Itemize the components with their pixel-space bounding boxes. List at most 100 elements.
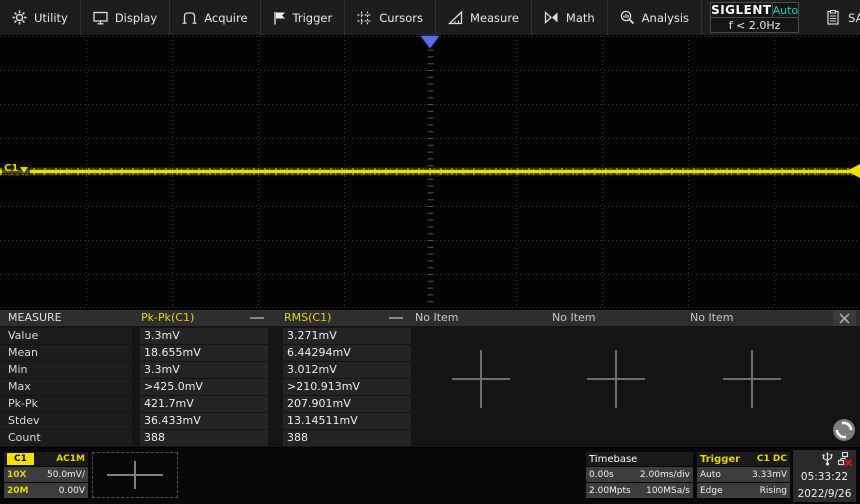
- trigger-position-marker-icon[interactable]: [421, 36, 439, 48]
- frequency-counter: f < 2.0Hz: [728, 18, 781, 32]
- add-channel-button[interactable]: [92, 452, 178, 498]
- pkpk-min: 3.3mV: [140, 362, 268, 378]
- pkpk-count: 388: [140, 430, 268, 446]
- reset-statistics-button[interactable]: [832, 418, 856, 442]
- channel1-marker-label: C1: [4, 163, 19, 174]
- menu-cursors[interactable]: Cursors: [345, 0, 437, 35]
- channel1-attenuation: 10X: [7, 469, 27, 480]
- menu-display[interactable]: Display: [81, 0, 171, 35]
- close-measure-button[interactable]: [833, 310, 856, 326]
- measure-col4-empty[interactable]: No Item: [552, 310, 596, 326]
- row-label: Value: [0, 328, 132, 344]
- trigger-mode-row: Auto 3.33mV: [697, 467, 790, 482]
- remove-measure2-button[interactable]: [389, 314, 405, 322]
- trigger-mode: Auto: [700, 469, 721, 480]
- trigger-status-row: SIGLENT Auto: [711, 3, 799, 18]
- trigger-title: Trigger: [700, 453, 741, 465]
- pkpk-pkpk: 421.7mV: [140, 396, 268, 412]
- channel1-bandwidth: 20M: [7, 485, 29, 496]
- row-label: Max: [0, 379, 132, 395]
- trigger-slope: Rising: [759, 485, 787, 496]
- menu-analysis[interactable]: Analysis: [608, 0, 703, 35]
- minus-icon: [250, 317, 264, 319]
- channel1-offset: 0.00V: [58, 485, 85, 496]
- menu-utility[interactable]: Utility: [0, 0, 81, 35]
- pkpk-mean: 18.655mV: [140, 345, 268, 361]
- measure-col5-empty[interactable]: No Item: [690, 310, 734, 326]
- minus-icon: [389, 317, 403, 319]
- menu-measure[interactable]: Measure: [436, 0, 532, 35]
- trigger-type-row: Edge Rising: [697, 483, 790, 498]
- row-label: Mean: [0, 345, 132, 361]
- menu-acquire[interactable]: Acquire: [170, 0, 261, 35]
- usb-icon: [822, 452, 833, 466]
- add-measure-button[interactable]: [452, 350, 510, 408]
- channel1-trace: [0, 168, 860, 175]
- top-menu-bar: Utility Display Acquire Trigger Cursors …: [0, 0, 860, 36]
- gear-icon: [12, 10, 27, 25]
- lan-disconnected-icon: [838, 452, 852, 466]
- menu-measure-label: Measure: [470, 10, 519, 25]
- add-measure-button[interactable]: [587, 350, 645, 408]
- remove-measure1-button[interactable]: [250, 314, 266, 322]
- timebase-delay: 0.00s: [589, 469, 614, 480]
- channel1-level-marker[interactable]: C1: [2, 163, 31, 174]
- trigger-status-badge: Auto: [772, 3, 799, 17]
- rms-pkpk: 207.901mV: [283, 396, 411, 412]
- menu-display-label: Display: [114, 10, 158, 25]
- channel1-coupling: AC1M: [56, 454, 85, 464]
- channel1-title-row: C1 AC1M: [4, 452, 88, 466]
- math-icon: [544, 11, 558, 24]
- rms-value: 3.271mV: [283, 328, 411, 344]
- trigger-type: Edge: [700, 485, 723, 496]
- status-icons: [822, 452, 856, 466]
- timebase-title: Timebase: [589, 453, 638, 465]
- save-button[interactable]: SAVE: [809, 0, 860, 35]
- analysis-icon: [620, 10, 634, 25]
- measure-col2-name[interactable]: RMS(C1): [284, 310, 331, 326]
- row-label: Stdev: [0, 413, 132, 429]
- menu-trigger[interactable]: Trigger: [261, 0, 346, 35]
- measure-header-row: MEASURE Pk-Pk(C1) RMS(C1) No Item No Ite…: [0, 310, 860, 326]
- trigger-level-marker-icon[interactable]: [847, 164, 860, 178]
- channel1-offset-row: 20M 0.00V: [4, 483, 88, 498]
- pkpk-max: >425.0mV: [140, 379, 268, 395]
- rms-min: 3.012mV: [283, 362, 411, 378]
- system-status-box[interactable]: 05:33:22 2022/9/26: [793, 450, 856, 502]
- measure-col1-name[interactable]: Pk-Pk(C1): [141, 310, 194, 326]
- display-icon: [93, 11, 108, 24]
- menu-math[interactable]: Math: [532, 0, 608, 35]
- reset-statistics-icon: [833, 419, 855, 441]
- menu-utility-label: Utility: [34, 10, 68, 25]
- close-icon: [839, 312, 850, 324]
- timebase-descriptor-box[interactable]: Timebase 0.00s 2.00ms/div 2.00Mpts 100MS…: [586, 452, 693, 498]
- menu-acquire-label: Acquire: [204, 10, 248, 25]
- trigger-status-box[interactable]: SIGLENT Auto f < 2.0Hz: [710, 2, 800, 33]
- flag-icon: [273, 11, 285, 24]
- rms-max: >210.913mV: [283, 379, 411, 395]
- trigger-descriptor-box[interactable]: Trigger C1 DC Auto 3.33mV Edge Rising: [697, 452, 790, 498]
- siglent-logo: SIGLENT: [711, 3, 773, 17]
- pkpk-value: 3.3mV: [140, 328, 268, 344]
- add-measure-button[interactable]: [723, 350, 781, 408]
- row-label: Min: [0, 362, 132, 378]
- channel1-volts-per-div: 50.0mV/: [47, 469, 85, 480]
- channel1-descriptor-box[interactable]: C1 AC1M 10X 50.0mV/ 20M 0.00V: [4, 452, 88, 498]
- waveform-display[interactable]: C1: [0, 36, 860, 308]
- timebase-sample-rate: 100MSa/s: [646, 485, 690, 496]
- trigger-source: C1 DC: [756, 454, 787, 464]
- menu-math-label: Math: [565, 10, 595, 25]
- measure-col3-empty[interactable]: No Item: [415, 310, 459, 326]
- save-label: SAVE: [848, 10, 860, 25]
- channel1-chip: C1: [7, 453, 34, 465]
- acquire-icon: [182, 11, 197, 24]
- system-date: 2022/9/26: [797, 487, 852, 500]
- rms-count: 388: [283, 430, 411, 446]
- bottom-status-bar: C1 AC1M 10X 50.0mV/ 20M 0.00V Timebase 0…: [0, 448, 860, 504]
- measure-title: MEASURE: [8, 311, 62, 324]
- save-icon: [827, 10, 839, 25]
- pkpk-stdev: 36.433mV: [140, 413, 268, 429]
- channel1-scale-row: 10X 50.0mV/: [4, 467, 88, 482]
- cursors-icon: [357, 11, 372, 24]
- measure-icon: [448, 10, 463, 24]
